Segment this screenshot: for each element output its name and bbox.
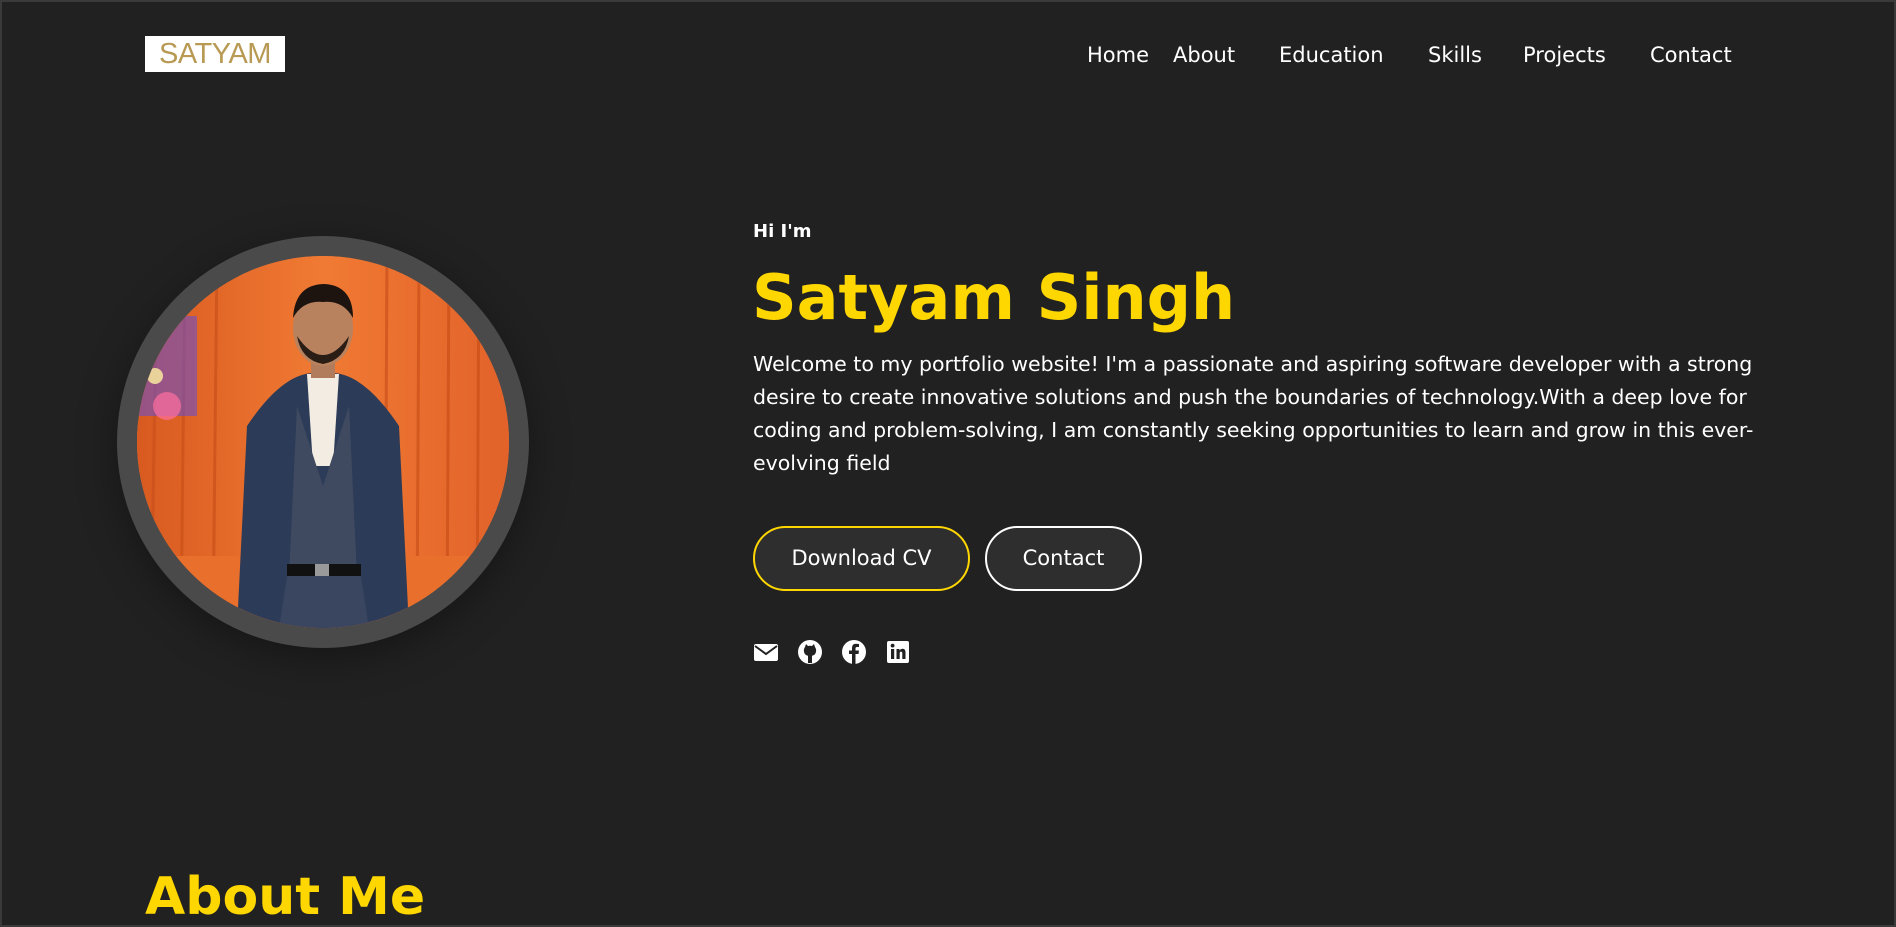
nav-item-projects[interactable]: Projects [1523,40,1606,70]
about-section-title: About Me [145,867,426,925]
nav-item-home[interactable]: Home [1087,40,1149,70]
page: SATYAM Home About Education Skills Proje… [2,2,1894,925]
linkedin-icon[interactable] [885,638,913,666]
site-logo[interactable]: SATYAM [145,36,285,72]
nav-item-contact[interactable]: Contact [1650,40,1732,70]
hero-name: Satyam Singh [752,261,1236,334]
hero-intro: Welcome to my portfolio website! I'm a p… [753,352,1754,475]
profile-photo-frame [117,236,529,648]
profile-photo [137,256,509,628]
nav-item-skills[interactable]: Skills [1428,40,1482,70]
nav-item-about[interactable]: About [1173,40,1235,70]
envelope-icon[interactable] [753,638,781,666]
greeting-text: Hi I'm [753,221,812,242]
profile-photo-image [137,256,509,628]
download-cv-button[interactable]: Download CV [753,526,970,591]
github-icon[interactable] [797,638,825,666]
facebook-icon[interactable] [841,638,869,666]
nav-item-education[interactable]: Education [1279,40,1384,70]
contact-button[interactable]: Contact [985,526,1142,591]
